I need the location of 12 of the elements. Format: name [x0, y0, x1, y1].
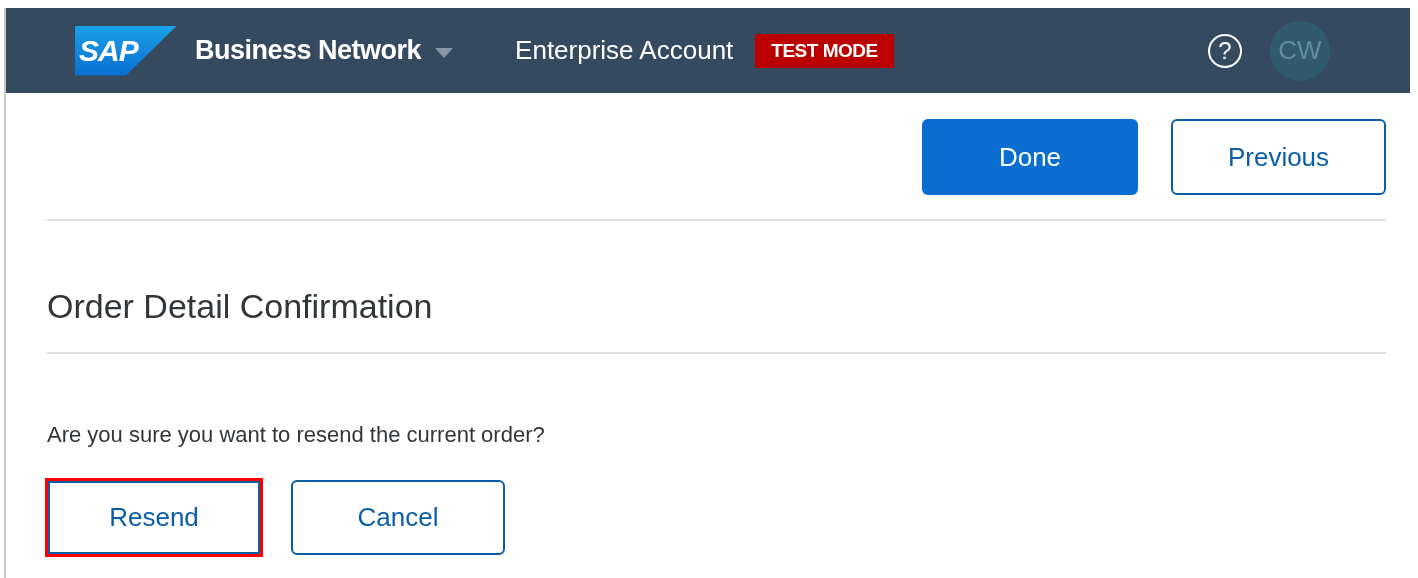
- test-mode-badge: TEST MODE: [755, 33, 894, 68]
- help-icon[interactable]: ?: [1208, 33, 1242, 68]
- logo[interactable]: SAP: [75, 25, 177, 76]
- resend-button[interactable]: Resend: [45, 478, 263, 557]
- account-name: Enterprise Account: [515, 35, 734, 66]
- done-button[interactable]: Done: [922, 119, 1138, 195]
- cancel-button[interactable]: Cancel: [291, 480, 505, 555]
- caret-icon[interactable]: [435, 47, 454, 58]
- product-name[interactable]: Business Network: [195, 35, 422, 66]
- confirmation-message: Are you sure you want to resend the current order?: [47, 422, 546, 448]
- previous-button[interactable]: Previous: [1171, 119, 1386, 195]
- section-title: Order Detail Confirmation: [47, 221, 1386, 354]
